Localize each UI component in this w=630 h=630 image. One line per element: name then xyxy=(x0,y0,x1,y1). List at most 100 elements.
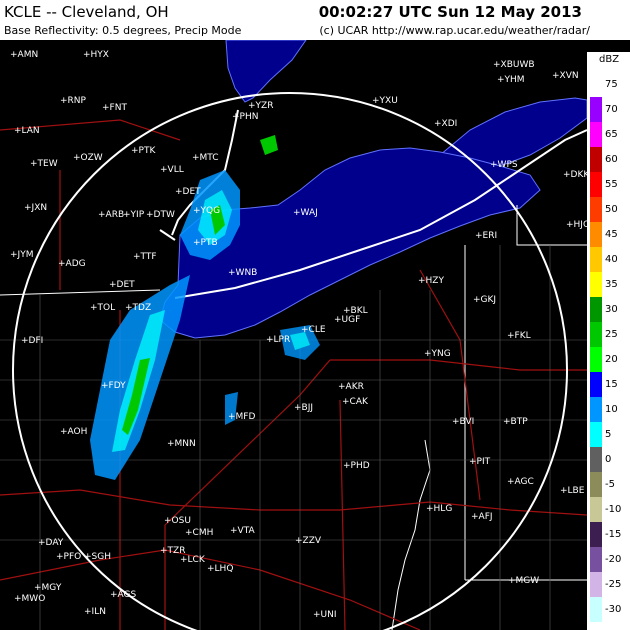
city-label: +UNI xyxy=(313,610,337,620)
product-label: Base Reflectivity: 0.5 degrees, Precip M… xyxy=(4,24,242,37)
city-label: +ERI xyxy=(475,231,497,241)
city-marker: +XBUWB xyxy=(493,60,535,70)
city-label: +PFO xyxy=(56,552,81,562)
city-label: +FKL xyxy=(507,331,531,341)
legend-label: 30 xyxy=(605,304,618,315)
city-label: +YIP xyxy=(123,210,145,220)
city-label: +CLE xyxy=(301,325,326,335)
city-label: +DAY xyxy=(38,538,64,548)
legend-level: 30 xyxy=(587,297,630,322)
city-label: +PHN xyxy=(232,112,258,122)
city-marker: +VLL xyxy=(160,165,184,175)
legend-label: 25 xyxy=(605,329,618,340)
city-label: +FNT xyxy=(102,103,127,113)
city-marker: +AKR xyxy=(338,382,364,392)
city-marker: +YXU xyxy=(372,96,398,106)
city-marker: +TDZ xyxy=(125,303,151,313)
city-marker: +PTK xyxy=(131,146,156,156)
city-marker: +LCK xyxy=(180,555,206,565)
city-label: +LHQ xyxy=(207,564,233,574)
legend-level: 10 xyxy=(587,397,630,422)
city-label: +VTA xyxy=(230,526,255,536)
legend-level: -20 xyxy=(587,547,630,572)
legend-swatch xyxy=(590,397,602,422)
legend-level: 40 xyxy=(587,247,630,272)
city-marker: +AMN xyxy=(10,50,38,60)
legend-swatch xyxy=(590,597,602,622)
city-marker: +WAJ xyxy=(293,208,318,218)
city-marker: +CLE xyxy=(301,325,326,335)
city-marker: +PHN xyxy=(232,112,258,122)
city-marker: +XVN xyxy=(552,71,579,81)
city-marker: +LAN xyxy=(14,126,40,136)
legend-swatch xyxy=(590,347,602,372)
legend-label: -30 xyxy=(605,604,622,615)
city-label: +BVI xyxy=(452,417,474,427)
city-marker: +DET xyxy=(175,187,201,197)
city-marker: +ADG xyxy=(58,259,86,269)
city-marker: +OSU xyxy=(164,516,191,526)
city-marker: +YZR xyxy=(248,101,273,111)
legend-swatch xyxy=(590,447,602,472)
city-marker: +LBE xyxy=(560,486,585,496)
header-bar: KCLE -- Cleveland, OH 00:02:27 UTC Sun 1… xyxy=(0,0,630,40)
city-marker: +YQG xyxy=(193,206,220,216)
city-label: +PTK xyxy=(131,146,156,156)
city-label: +SGH xyxy=(84,552,111,562)
city-marker: +PHD xyxy=(343,461,370,471)
legend-label: 10 xyxy=(605,404,618,415)
city-label: +HJO xyxy=(566,220,587,230)
city-label: +CMH xyxy=(185,528,213,538)
timestamp: 00:02:27 UTC Sun 12 May 2013 xyxy=(318,3,582,21)
city-marker: +JYM xyxy=(10,250,33,260)
legend-level: 15 xyxy=(587,372,630,397)
legend-swatch xyxy=(590,497,602,522)
legend-level: -5 xyxy=(587,472,630,497)
city-label: +PIT xyxy=(469,457,491,467)
legend-level: -30 xyxy=(587,597,630,622)
legend-label: 35 xyxy=(605,279,618,290)
city-marker: +UGF xyxy=(334,315,360,325)
legend-level: -25 xyxy=(587,572,630,597)
city-label: +TTF xyxy=(133,252,157,262)
city-marker: +YNG xyxy=(424,349,451,359)
legend-label: 0 xyxy=(605,454,612,465)
legend-level: 50 xyxy=(587,197,630,222)
city-marker: +BJJ xyxy=(294,403,313,413)
city-label: +TDZ xyxy=(125,303,151,313)
legend-swatch xyxy=(590,522,602,547)
legend-swatch xyxy=(590,322,602,347)
city-label: +GKJ xyxy=(473,295,496,305)
city-label: +OSU xyxy=(164,516,191,526)
city-label: +VLL xyxy=(160,165,184,175)
city-marker: +ARB xyxy=(98,210,124,220)
city-label: +MFD xyxy=(228,412,255,422)
city-label: +MGW xyxy=(508,576,539,586)
radar-display: KCLE -- Cleveland, OH 00:02:27 UTC Sun 1… xyxy=(0,0,630,630)
city-label: +HLG xyxy=(426,504,452,514)
legend-swatch xyxy=(590,122,602,147)
city-marker: +DKK xyxy=(563,170,587,180)
legend-label: -15 xyxy=(605,529,622,540)
city-label: +CAK xyxy=(342,397,369,407)
city-marker: +MGW xyxy=(508,576,539,586)
legend-label: 40 xyxy=(605,254,618,265)
city-marker: +BVI xyxy=(452,417,474,427)
legend-label: 65 xyxy=(605,129,618,140)
city-label: +DET xyxy=(109,280,135,290)
city-label: +DKK xyxy=(563,170,587,180)
city-marker: +FKL xyxy=(507,331,531,341)
legend-swatch xyxy=(590,172,602,197)
city-marker: +BTP xyxy=(503,417,528,427)
city-label: +AFJ xyxy=(471,512,493,522)
legend-level: 25 xyxy=(587,322,630,347)
city-marker: +WPS xyxy=(490,160,518,170)
legend-swatch xyxy=(590,222,602,247)
radar-map: +AMN +HYX +RNP +FNT +YZR +PHN +YXU +XDI +YHM +XVN… xyxy=(0,40,587,630)
city-marker: +AGS xyxy=(110,590,137,600)
city-marker: +MGY xyxy=(34,583,62,593)
city-label: +ADG xyxy=(58,259,86,269)
city-marker: +WNB xyxy=(228,268,257,278)
legend-level: 55 xyxy=(587,172,630,197)
city-label: +HYX xyxy=(83,50,109,60)
